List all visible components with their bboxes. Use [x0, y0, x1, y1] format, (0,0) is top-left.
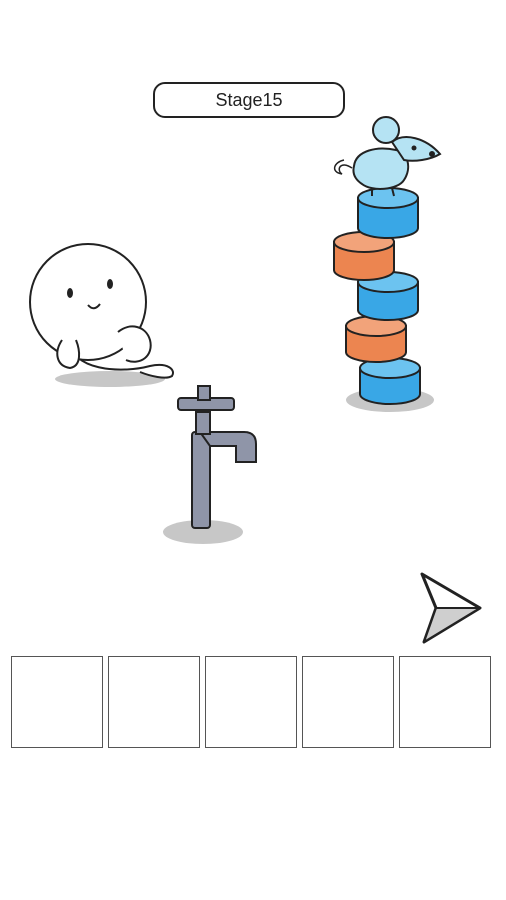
inventory-slot[interactable] — [302, 656, 394, 748]
next-arrow-button[interactable] — [414, 570, 484, 646]
ghost-character[interactable] — [29, 243, 174, 387]
arrow-right-icon — [420, 572, 482, 644]
cylinder-stack[interactable] — [333, 187, 434, 412]
water-faucet[interactable] — [163, 385, 257, 544]
inventory-bar — [11, 656, 493, 748]
inventory-slot[interactable] — [108, 656, 200, 748]
inventory-slot[interactable] — [399, 656, 491, 748]
game-scene — [29, 116, 442, 544]
mouse[interactable] — [333, 116, 442, 197]
inventory-slot[interactable] — [205, 656, 297, 748]
inventory-slot[interactable] — [11, 656, 103, 748]
